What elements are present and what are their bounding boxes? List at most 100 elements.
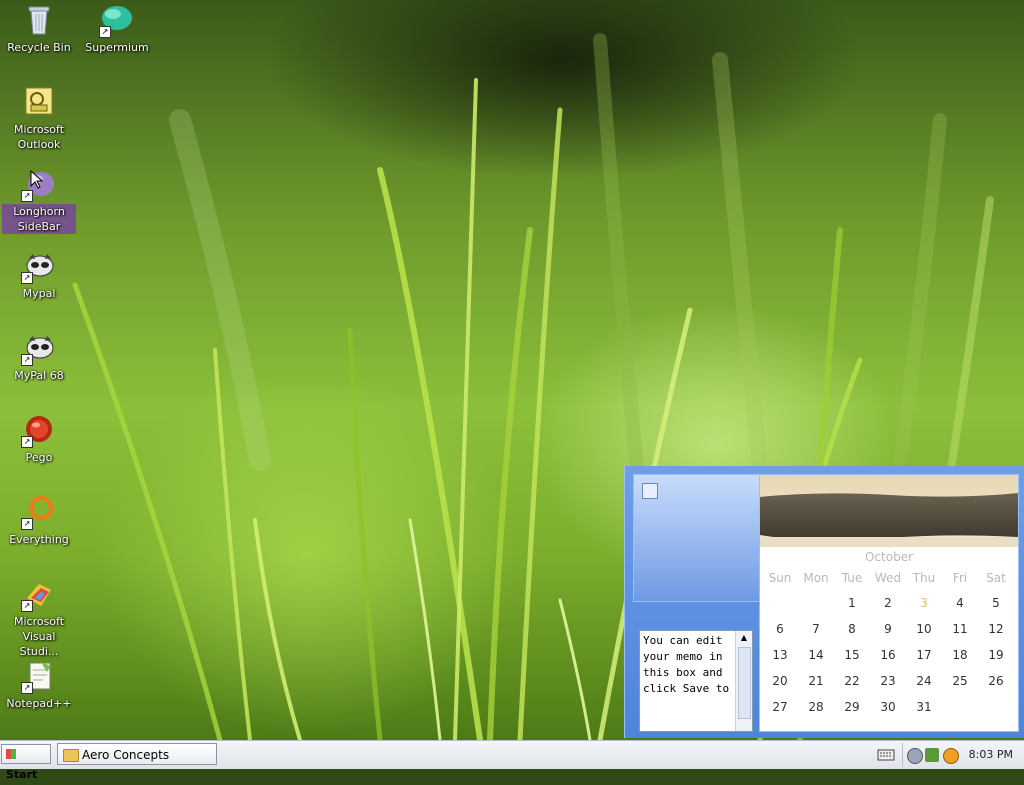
calendar-day[interactable]: 11 [942, 616, 978, 642]
calendar-day[interactable]: 27 [762, 694, 798, 720]
mypal68-icon: ↗ [21, 332, 55, 366]
calendar-day[interactable]: 1 [834, 590, 870, 616]
desktop-icon-notepadpp[interactable]: ↗ Notepad++ [2, 660, 76, 711]
calendar-day[interactable]: 4 [942, 590, 978, 616]
desktop-icon-supermium[interactable]: ↗ Supermium [80, 4, 154, 55]
calendar-day[interactable]: 12 [978, 616, 1014, 642]
shortcut-arrow-icon: ↗ [21, 518, 33, 530]
shortcut-arrow-icon: ↗ [21, 682, 33, 694]
shortcut-arrow-icon: ↗ [21, 272, 33, 284]
desktop-icon-visual-studio[interactable]: ↗ Microsoft Visual Studi... [2, 578, 76, 659]
calendar-empty-cell [762, 590, 798, 616]
network-icon[interactable] [907, 748, 923, 764]
calendar-day[interactable]: 3 [906, 590, 942, 616]
calendar-day[interactable]: 19 [978, 642, 1014, 668]
memo-gadget-header [633, 474, 760, 602]
calendar-gadget: October Sun Mon Tue Wed Thu Fri Sat 1 2 3 4 5 6 7 8 9 10… [759, 474, 1019, 732]
calendar-weekday: Sun [768, 571, 792, 585]
calendar-weekday: Thu [912, 571, 936, 585]
calendar-day[interactable]: 20 [762, 668, 798, 694]
shortcut-arrow-icon: ↗ [21, 354, 33, 366]
calendar-day[interactable]: 18 [942, 642, 978, 668]
calendar-weekday: Mon [803, 571, 829, 585]
keyboard-icon[interactable] [877, 747, 895, 761]
volume-icon[interactable] [925, 748, 939, 762]
calendar-day[interactable]: 21 [798, 668, 834, 694]
calendar-day[interactable]: 26 [978, 668, 1014, 694]
everything-icon: ↗ [21, 496, 55, 530]
supermium-icon: ↗ [99, 4, 133, 38]
calendar-day[interactable]: 6 [762, 616, 798, 642]
desktop-icon-label: MyPal 68 [14, 369, 64, 382]
start-label: Start [6, 768, 38, 781]
calendar-day[interactable]: 30 [870, 694, 906, 720]
calendar-day[interactable]: 13 [762, 642, 798, 668]
calendar-day[interactable]: 2 [870, 590, 906, 616]
calendar-day[interactable]: 23 [870, 668, 906, 694]
desktop-icon-label: Mypal [22, 287, 56, 300]
calendar-day[interactable]: 16 [870, 642, 906, 668]
mouse-cursor-icon [30, 170, 44, 189]
calendar-day[interactable]: 24 [906, 668, 942, 694]
desktop-icon-label: Pego [25, 451, 53, 464]
longhorn-sidebar-panel: You can edit your memo in this box and c… [624, 466, 1024, 738]
folder-icon [63, 749, 79, 762]
calendar-day[interactable]: 17 [906, 642, 942, 668]
system-tray: 8:03 PM [902, 743, 1024, 767]
calendar-empty-cell [798, 590, 834, 616]
desktop-icon-label: Notepad++ [6, 697, 72, 710]
desktop-icon-recycle-bin[interactable]: Recycle Bin [2, 4, 76, 55]
calendar-weekday: Fri [952, 571, 968, 585]
desktop-icon-pego[interactable]: ↗ Pego [2, 414, 76, 465]
shortcut-arrow-icon: ↗ [21, 190, 33, 202]
calendar-weekday: Tue [841, 571, 863, 585]
calendar-day[interactable]: 22 [834, 668, 870, 694]
scroll-thumb[interactable] [738, 647, 751, 719]
mypal-icon: ↗ [21, 250, 55, 284]
desktop-icon-label: Microsoft Visual Studi... [13, 615, 65, 658]
calendar-day[interactable]: 28 [798, 694, 834, 720]
clock[interactable]: 8:03 PM [969, 743, 1013, 767]
desktop-icon-outlook[interactable]: Microsoft Outlook [2, 86, 76, 152]
desktop-icon-label: Longhorn SideBar [2, 204, 76, 234]
desktop-icon-label: Recycle Bin [7, 41, 71, 54]
memo-gadget-icon[interactable] [642, 483, 658, 499]
pego-icon: ↗ [21, 414, 55, 448]
calendar-day[interactable]: 31 [906, 694, 942, 720]
calendar-day[interactable]: 10 [906, 616, 942, 642]
search-tray-icon[interactable] [943, 748, 959, 764]
calendar-day[interactable]: 15 [834, 642, 870, 668]
calendar-photo [760, 475, 1018, 547]
shortcut-arrow-icon: ↗ [21, 600, 33, 612]
start-button[interactable]: Start [1, 744, 51, 781]
recycle-bin-icon [23, 4, 55, 36]
desktop-icon-mypal68[interactable]: ↗ MyPal 68 [2, 332, 76, 383]
shortcut-arrow-icon: ↗ [21, 436, 33, 448]
desktop-icon-label: Supermium [85, 41, 149, 54]
calendar-empty-cell [942, 694, 978, 720]
desktop-icon-label: Everything [9, 533, 69, 546]
desktop-icon-everything[interactable]: ↗ Everything [2, 496, 76, 547]
memo-scrollbar[interactable]: ▲ [735, 631, 752, 731]
calendar-day[interactable]: 8 [834, 616, 870, 642]
calendar-grid: Sun Mon Tue Wed Thu Fri Sat 1 2 3 4 5 6 7 8 9 10 11 12 13 14… [762, 566, 1018, 720]
taskbar-window-aero-concepts[interactable]: Aero Concepts [57, 743, 217, 765]
visual-studio-icon: ↗ [21, 578, 55, 612]
calendar-empty-cell [978, 694, 1014, 720]
calendar-day[interactable]: 29 [834, 694, 870, 720]
shortcut-arrow-icon: ↗ [99, 26, 111, 38]
calendar-month: October [864, 550, 914, 564]
taskbar: Start Aero Concepts 8:03 PM [0, 740, 1024, 781]
calendar-day[interactable]: 14 [798, 642, 834, 668]
scroll-up-icon[interactable]: ▲ [736, 631, 752, 645]
taskbar-window-label: Aero Concepts [82, 748, 170, 762]
calendar-day[interactable]: 7 [798, 616, 834, 642]
desktop-icon-mypal[interactable]: ↗ Mypal [2, 250, 76, 301]
desktop-icon-label: Microsoft Outlook [13, 123, 65, 151]
memo-textbox[interactable]: You can edit your memo in this box and c… [639, 630, 753, 732]
calendar-weekday: Sat [986, 571, 1006, 585]
outlook-icon [23, 86, 55, 118]
calendar-day[interactable]: 9 [870, 616, 906, 642]
calendar-day[interactable]: 25 [942, 668, 978, 694]
calendar-day[interactable]: 5 [978, 590, 1014, 616]
